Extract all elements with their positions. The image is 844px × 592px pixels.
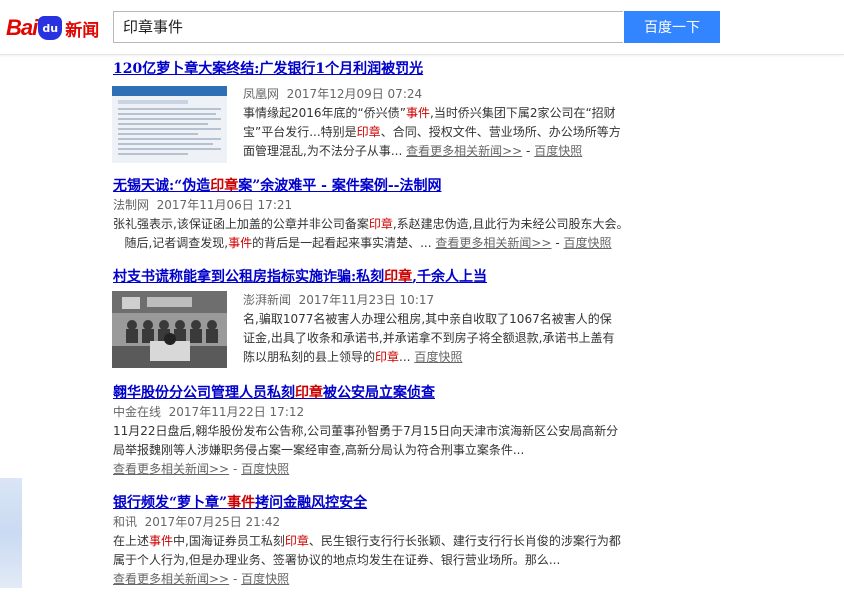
result-title-link[interactable]: 无锡天诚:“伪造印章案”余波难平 - 案件案例--法制网 (113, 177, 633, 195)
result-snippet: 在上述事件中,国海证券员工私刻印章、民生银行支行行长张颖、建行支行行长肖俊的涉案… (113, 534, 621, 567)
search-input[interactable] (113, 11, 623, 43)
result-source: 凤凰网 (243, 87, 280, 101)
snapshot-link[interactable]: 百度快照 (414, 350, 462, 364)
result-item: 银行频发“萝卜章”事件拷问金融风控安全 和讯 2017年07月25日 21:42… (113, 494, 628, 589)
result-time: 2017年07月25日 21:42 (144, 515, 281, 529)
result-title-link[interactable]: 银行频发“萝卜章”事件拷问金融风控安全 (113, 494, 628, 512)
courtroom-photo-image (112, 291, 227, 368)
paw-icon: du (38, 16, 63, 40)
result-item: 无锡天诚:“伪造印章案”余波难平 - 案件案例--法制网 法制网 2017年11… (113, 177, 633, 253)
snapshot-link[interactable]: 百度快照 (534, 144, 582, 158)
result-links: 查看更多相关新闻>> - 百度快照 (113, 460, 628, 479)
result-thumbnail[interactable] (112, 86, 227, 163)
result-source: 法制网 (113, 198, 150, 212)
more-news-link[interactable]: 查看更多相关新闻>> (113, 572, 229, 586)
result-title-link[interactable]: 村支书谎称能拿到公租房指标实施诈骗:私刻印章,千余人上当 (113, 268, 487, 286)
separator: - (526, 144, 535, 158)
news-screenshot-image (112, 86, 227, 163)
result-snippet: 事情缘起2016年底的“侨兴债”事件,当时侨兴集团下属2家公司在“招财宝”平台发… (243, 104, 623, 161)
result-time: 2017年12月09日 07:24 (286, 87, 423, 101)
result-3-meta: 澎湃新闻 2017年11月23日 10:17 名,骗取1077名被害人办理公租房… (243, 290, 623, 367)
result-title-link[interactable]: 120亿萝卜章大案终结:广发银行1个月利润被罚光 (113, 60, 423, 78)
result-title-link[interactable]: 翱华股份分公司管理人员私刻印章被公安局立案侦查 (113, 384, 628, 402)
logo-text: Bai (6, 15, 38, 40)
separator: - (232, 572, 242, 586)
result-snippet: 11月22日盘后,翱华股份发布公告称,公司董事孙智勇于7月15日向天津市滨海新区… (113, 424, 619, 457)
more-news-link[interactable]: 查看更多相关新闻>> (406, 144, 522, 158)
result-1-meta: 凤凰网 2017年12月09日 07:24 事情缘起2016年底的“侨兴债”事件… (243, 84, 623, 161)
separator: - (232, 462, 242, 476)
result-links: 查看更多相关新闻>> - 百度快照 (113, 570, 628, 589)
snapshot-link[interactable]: 百度快照 (241, 572, 289, 586)
result-snippet: 名,骗取1077名被害人办理公租房,其中亲自收取了1067名被害人的保证金,出具… (243, 310, 623, 367)
search-button[interactable]: 百度一下 (624, 11, 720, 43)
result-item: 120亿萝卜章大案终结:广发银行1个月利润被罚光 (113, 60, 423, 78)
result-source: 中金在线 (113, 405, 162, 419)
result-thumbnail[interactable] (112, 291, 227, 368)
result-time: 2017年11月06日 17:21 (156, 198, 293, 212)
result-source: 和讯 (113, 515, 138, 529)
more-news-link[interactable]: 查看更多相关新闻>> (113, 462, 229, 476)
result-time: 2017年11月23日 10:17 (298, 293, 435, 307)
more-news-link[interactable]: 查看更多相关新闻>> (435, 236, 551, 250)
result-snippet: 张礼强表示,该保证函上加盖的公章并非公司备案印章,系赵建忠伪造,且此行为未经公司… (113, 215, 633, 253)
snapshot-link[interactable]: 百度快照 (241, 462, 289, 476)
logo-news-text: 新闻 (65, 20, 100, 41)
result-item: 村支书谎称能拿到公租房指标实施诈骗:私刻印章,千余人上当 (113, 268, 487, 286)
snapshot-link[interactable]: 百度快照 (563, 236, 611, 250)
baidu-news-logo[interactable]: Bai du 新闻 (6, 12, 99, 44)
top-header: Bai du 新闻 百度一下 (0, 0, 844, 55)
result-snippet-text: 张礼强表示,该保证函上加盖的公章并非公司备案印章,系赵建忠伪造,且此行为未经公司… (113, 217, 629, 250)
result-item: 翱华股份分公司管理人员私刻印章被公安局立案侦查 中金在线 2017年11月22日… (113, 384, 628, 479)
result-time: 2017年11月22日 17:12 (168, 405, 305, 419)
side-feedback-tab[interactable] (0, 478, 22, 588)
result-source: 澎湃新闻 (243, 293, 292, 307)
